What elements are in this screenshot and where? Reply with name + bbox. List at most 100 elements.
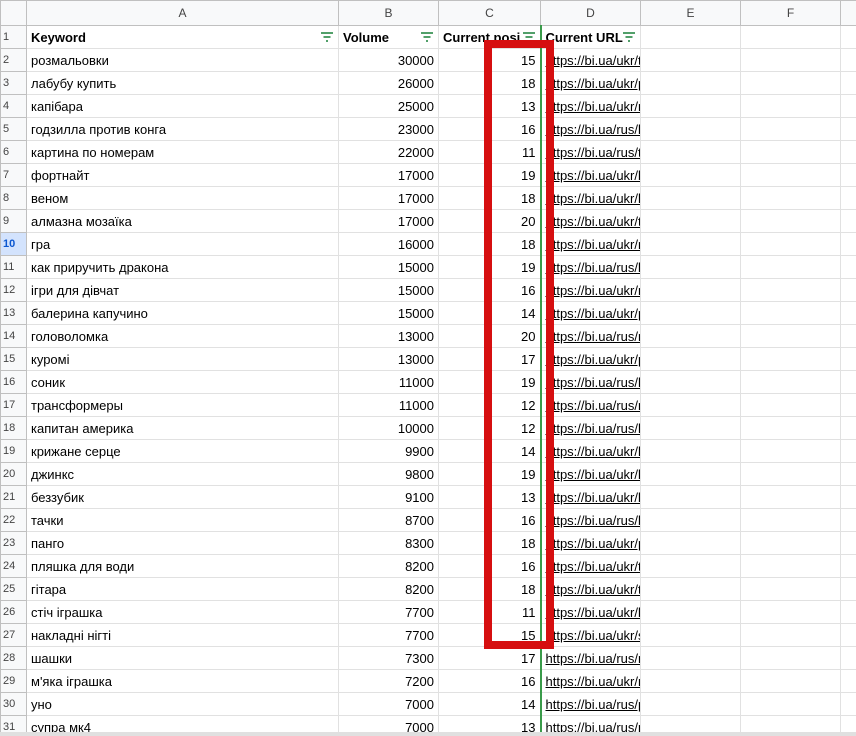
cell-volume[interactable]: 11000 [338,370,439,394]
url-link[interactable]: https://bi.ua/rus/nastolnye-igry-i-pazly… [546,329,640,344]
cell-keyword[interactable]: картина по номерам [26,140,339,164]
cell-volume[interactable]: 17000 [338,163,439,187]
cell-position[interactable]: 13 [438,485,541,509]
cell-empty[interactable] [740,623,841,647]
row-number[interactable]: 30 [0,692,27,716]
cell-volume[interactable]: 17000 [338,209,439,233]
cell-position[interactable]: 16 [438,508,541,532]
url-link[interactable]: https://bi.ua/rus/mashinki-modeli-tehnik… [546,398,640,413]
row-number[interactable]: 28 [0,646,27,670]
cell-empty[interactable] [640,209,741,233]
url-link[interactable]: https://bi.ua/ukr/sjuzhetno-rolevye-nabo… [546,628,640,643]
cell-empty[interactable] [840,393,856,417]
cell-empty[interactable] [640,416,741,440]
cell-url[interactable]: https://bi.ua/ukr/myagkie-igrushki/ [539,669,641,693]
row-number[interactable]: 21 [0,485,27,509]
cell-position[interactable]: 13 [438,94,541,118]
cell-keyword[interactable]: накладні нігті [26,623,339,647]
cell-position[interactable]: 12 [438,416,541,440]
row-number[interactable]: 10 [0,232,27,256]
column-header-g[interactable] [840,0,856,26]
cell-empty[interactable] [840,71,856,95]
cell-empty[interactable] [840,117,856,141]
cell-position[interactable]: 16 [438,117,541,141]
column-header-c[interactable]: C [438,0,541,26]
cell-empty[interactable] [640,71,741,95]
cell-url[interactable]: https://bi.ua/ukr/product/kollekcionnaya… [539,71,641,95]
url-link[interactable]: https://bi.ua/ukr/brands/jnx/ [546,467,640,482]
filter-icon[interactable] [421,32,433,42]
cell-empty[interactable] [840,692,856,716]
url-link[interactable]: https://bi.ua/ukr/brands/fortnite/ [546,168,640,183]
row-number[interactable]: 8 [0,186,27,210]
cell-empty[interactable] [840,301,856,325]
cell-empty[interactable] [840,209,856,233]
url-link[interactable]: https://bi.ua/ukr/brands/stitch/ [546,605,640,620]
cell-keyword[interactable]: беззубик [26,485,339,509]
cell-volume[interactable]: 7200 [338,669,439,693]
cell-empty[interactable] [640,163,741,187]
cell-url[interactable]: https://bi.ua/ukr/hero/geroi-marvel/veno… [539,186,641,210]
cell-empty[interactable] [640,485,741,509]
row-number[interactable]: 5 [0,117,27,141]
cell-keyword[interactable]: гра [26,232,339,256]
url-link[interactable]: https://bi.ua/rus/hero/geroi-marvel/kapi… [546,421,640,436]
cell-empty[interactable] [840,531,856,555]
cell-empty[interactable] [740,163,841,187]
cell-url[interactable]: https://bi.ua/rus/mashinki-modeli-tehnik… [539,393,641,417]
cell-volume[interactable]: 25000 [338,94,439,118]
cell-empty[interactable] [740,301,841,325]
cell-empty[interactable] [740,94,841,118]
cell-keyword[interactable]: джинкс [26,462,339,486]
header-volume[interactable]: Volume [338,25,439,49]
cell-position[interactable]: 18 [438,232,541,256]
cell-empty[interactable] [640,439,741,463]
cell-volume[interactable]: 7000 [338,692,439,716]
cell-position[interactable]: 19 [438,255,541,279]
cell-position[interactable]: 16 [438,554,541,578]
cell-position[interactable]: 19 [438,462,541,486]
url-link[interactable]: https://bi.ua/ukr/nastolnye-igry-i-pazly… [546,237,640,252]
url-link[interactable]: https://bi.ua/ukr/product/interaktivnaya… [546,536,640,551]
cell-volume[interactable]: 16000 [338,232,439,256]
cell-keyword[interactable]: уно [26,692,339,716]
cell-keyword[interactable]: трансформеры [26,393,339,417]
row-number[interactable]: 29 [0,669,27,693]
cell-empty[interactable] [740,531,841,555]
cell-empty[interactable] [740,48,841,72]
horizontal-scrollbar[interactable] [0,732,856,736]
cell-url[interactable]: https://bi.ua/rus/hero/sonic/ [539,370,641,394]
cell-empty[interactable] [740,186,841,210]
cell-position[interactable]: 14 [438,301,541,325]
cell-empty[interactable] [840,485,856,509]
cell-empty[interactable] [640,623,741,647]
cell-keyword[interactable]: соник [26,370,339,394]
url-link[interactable]: https://bi.ua/rus/brands/cars/ [546,513,640,528]
cell-keyword[interactable]: как приручить дракона [26,255,339,279]
cell-url[interactable]: https://bi.ua/ukr/brands/jnx/ [539,462,641,486]
cell-keyword[interactable]: лабубу купить [26,71,339,95]
cell-empty[interactable] [840,94,856,118]
url-link[interactable]: https://bi.ua/ukr/myagkie-igrushki/ [546,674,640,689]
cell-empty[interactable] [840,462,856,486]
cell-volume[interactable]: 30000 [338,48,439,72]
cell-volume[interactable]: 9800 [338,462,439,486]
cell-empty[interactable] [740,347,841,371]
cell-position[interactable]: 14 [438,692,541,716]
cell-empty[interactable] [740,324,841,348]
cell-volume[interactable]: 11000 [338,393,439,417]
cell-keyword[interactable]: алмазна мозаїка [26,209,339,233]
cell-volume[interactable]: 13000 [338,347,439,371]
url-link[interactable]: https://bi.ua/rus/posts/view/12-sposobov… [546,697,640,712]
cell-empty[interactable] [640,301,741,325]
cell-keyword[interactable]: капитан америка [26,416,339,440]
url-link[interactable]: https://bi.ua/ukr/tovary-dlja-shkoly/but… [546,559,640,574]
url-link[interactable]: https://bi.ua/rus/brands/dragons/ [546,260,640,275]
cell-empty[interactable] [840,623,856,647]
row-number[interactable]: 17 [0,393,27,417]
row-number[interactable]: 23 [0,531,27,555]
url-link[interactable]: https://bi.ua/ukr/tvorchestvo-i-razvitie… [546,53,640,68]
cell-volume[interactable]: 26000 [338,71,439,95]
cell-url[interactable]: https://bi.ua/rus/hero/geroi-marvel/kapi… [539,416,641,440]
cell-empty[interactable] [640,692,741,716]
